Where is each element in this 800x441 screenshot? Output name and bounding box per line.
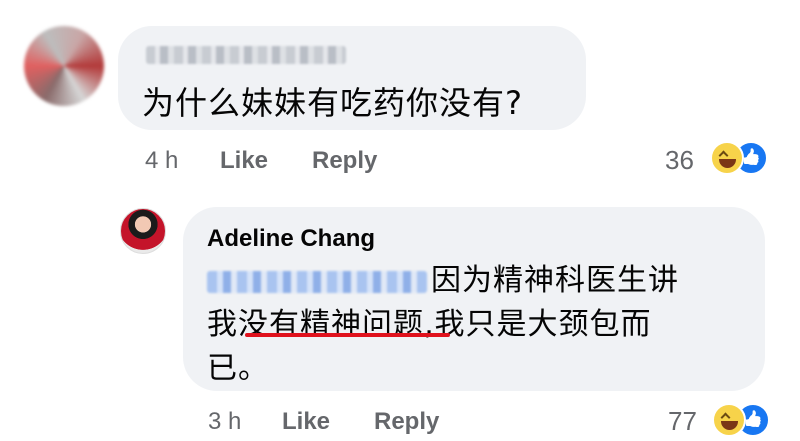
commenter-avatar-blurred[interactable] <box>24 26 104 106</box>
reply-like-button[interactable]: Like <box>282 408 330 436</box>
like-button[interactable]: Like <box>220 147 268 175</box>
commenter-name-blurred[interactable] <box>146 46 346 64</box>
highlight-underline <box>245 333 450 337</box>
reply-reaction-count[interactable]: 77 <box>668 406 697 437</box>
reply-reaction-icons[interactable] <box>712 403 776 439</box>
haha-icon <box>710 141 744 175</box>
haha-icon <box>712 403 746 437</box>
comment-timestamp[interactable]: 4 h <box>145 147 178 175</box>
reply-line-3: 已。 <box>207 351 269 386</box>
comment-bubble: 为什么妹妹有吃药你没有? <box>118 26 586 130</box>
reply-timestamp[interactable]: 3 h <box>208 408 241 436</box>
reply-text-1: 因为精神科医生讲 <box>431 263 679 298</box>
reply-author-name[interactable]: Adeline Chang <box>207 225 375 253</box>
reply-button[interactable]: Reply <box>312 147 377 175</box>
reply-text-2a: 我 <box>207 307 238 342</box>
reply-text-2b: ,我只是大颈包而 <box>424 307 652 342</box>
reaction-count[interactable]: 36 <box>665 145 694 176</box>
mention-blurred[interactable] <box>207 270 427 293</box>
reply-bubble: Adeline Chang 因为精神科医生讲 我没有精神问题,我只是大颈包而 已… <box>183 207 765 391</box>
reaction-icons[interactable] <box>710 141 774 177</box>
reply-author-avatar[interactable] <box>120 208 166 254</box>
reply-actions: 3 h Like Reply <box>208 408 508 438</box>
reply-reply-button[interactable]: Reply <box>374 408 439 436</box>
comment-text: 为什么妹妹有吃药你没有? <box>142 84 523 122</box>
comment-actions: 4 h Like Reply <box>145 147 445 177</box>
reply-line-1: 因为精神科医生讲 <box>207 255 679 299</box>
